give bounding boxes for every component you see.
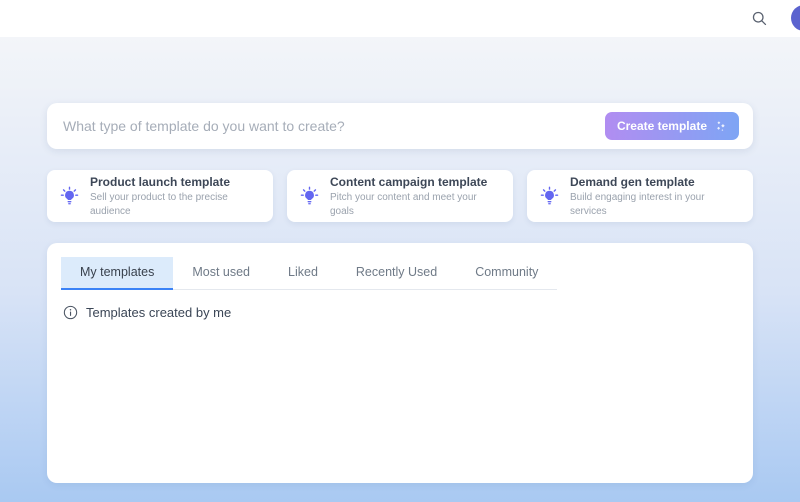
card-title: Demand gen template: [570, 174, 741, 190]
tab-most-used[interactable]: Most used: [173, 257, 269, 290]
card-subtitle: Build engaging interest in your services: [570, 191, 741, 218]
card-title: Content campaign template: [330, 174, 501, 190]
templates-tabbar: My templates Most used Liked Recently Us…: [61, 257, 557, 290]
avatar[interactable]: [791, 5, 800, 31]
info-icon: [63, 305, 78, 320]
card-subtitle: Pitch your content and meet your goals: [330, 191, 501, 218]
main-content: Create template: [0, 37, 800, 502]
empty-state-row: Templates created by me: [61, 305, 739, 320]
create-template-button[interactable]: Create template: [605, 112, 739, 140]
topbar: [0, 0, 800, 37]
card-content-campaign[interactable]: Content campaign template Pitch your con…: [287, 170, 513, 222]
card-demand-gen[interactable]: Demand gen template Build engaging inter…: [527, 170, 753, 222]
lightbulb-icon: [59, 186, 80, 207]
search-icon[interactable]: [746, 6, 772, 32]
card-text: Demand gen template Build engaging inter…: [570, 174, 741, 218]
tab-recently-used[interactable]: Recently Used: [337, 257, 456, 290]
template-prompt-panel: Create template: [47, 103, 753, 149]
tab-community[interactable]: Community: [456, 257, 557, 290]
card-text: Content campaign template Pitch your con…: [330, 174, 501, 218]
templates-panel: My templates Most used Liked Recently Us…: [47, 243, 753, 483]
card-product-launch[interactable]: Product launch template Sell your produc…: [47, 170, 273, 222]
create-template-label: Create template: [617, 119, 707, 133]
card-subtitle: Sell your product to the precise audienc…: [90, 191, 261, 218]
template-prompt-input[interactable]: [63, 118, 605, 134]
card-title: Product launch template: [90, 174, 261, 190]
suggestion-cards: Product launch template Sell your produc…: [47, 170, 753, 222]
tab-liked[interactable]: Liked: [269, 257, 337, 290]
tab-my-templates[interactable]: My templates: [61, 257, 173, 290]
empty-state-message: Templates created by me: [86, 305, 231, 320]
lightbulb-icon: [299, 186, 320, 207]
lightbulb-icon: [539, 186, 560, 207]
card-text: Product launch template Sell your produc…: [90, 174, 261, 218]
sparkles-icon: [714, 120, 727, 133]
